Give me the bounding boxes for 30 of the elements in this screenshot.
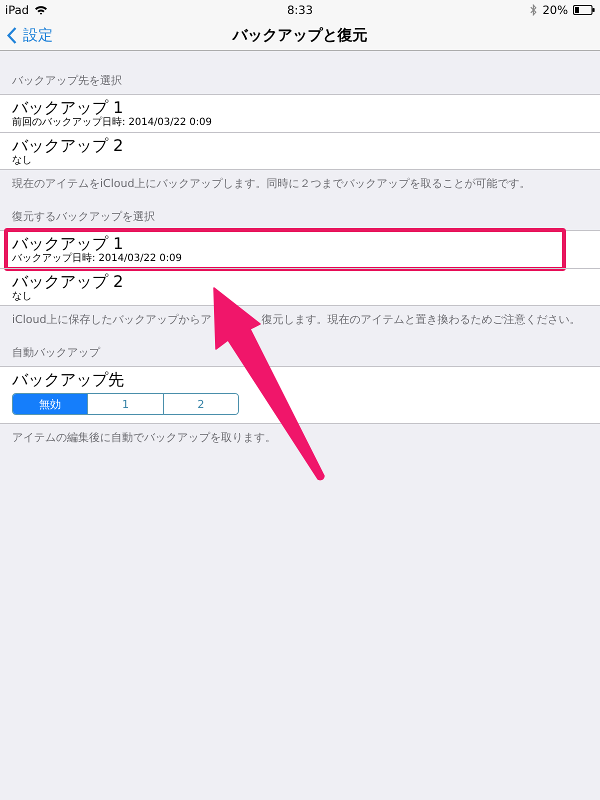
row-title: バックアップ 1 <box>12 98 124 117</box>
device-name: iPad <box>5 3 29 17</box>
chevron-left-icon <box>7 26 17 44</box>
section-footer-text: 現在のアイテムをiCloud上にバックアップします。同時に２つまでバックアップを取ることが可能です。 <box>12 177 530 191</box>
row-subtitle: バックアップ日時: 2014/03/22 0:09 <box>12 253 182 265</box>
backup-row[interactable]: バックアップ 2 なし <box>0 132 600 169</box>
row-subtitle: なし <box>12 291 32 303</box>
backup-row[interactable]: バックアップ 1 前回のバックアップ日時: 2014/03/22 0:09 <box>0 95 600 132</box>
row-title: バックアップ 2 <box>12 272 124 291</box>
section-footer-text: アイテムの編集後に自動でバックアップを取ります。 <box>12 431 276 445</box>
row-title: バックアップ 1 <box>12 234 124 253</box>
section-footer-text: 復元します。現在のアイテムと置き換わるためご注意ください。 <box>261 313 580 327</box>
row-subtitle: 前回のバックアップ日時: 2014/03/22 0:09 <box>12 117 212 129</box>
row-subtitle: なし <box>12 155 32 167</box>
battery-icon <box>573 5 595 15</box>
segment-button[interactable]: 2 <box>162 394 238 414</box>
section-footer-text: iCloud上に保存したバックアップからア <box>12 313 212 327</box>
wifi-icon <box>34 5 48 15</box>
backup-row[interactable]: バックアップ 1 バックアップ日時: 2014/03/22 0:09 <box>0 231 600 268</box>
section-header: 復元するバックアップを選択 <box>12 210 155 223</box>
segment-button[interactable]: 無効 <box>13 394 88 414</box>
section-header: バックアップ先を選択 <box>12 74 122 87</box>
battery-percent: 20% <box>542 3 568 17</box>
page-title: バックアップと復元 <box>232 26 368 44</box>
back-button[interactable]: 設定 <box>0 26 55 44</box>
clock-time: 8:33 <box>287 3 313 17</box>
setting-label: バックアップ先 <box>12 370 124 389</box>
row-title: バックアップ 2 <box>12 136 124 155</box>
section-header: 自動バックアップ <box>12 346 100 359</box>
bluetooth-icon <box>530 4 538 16</box>
